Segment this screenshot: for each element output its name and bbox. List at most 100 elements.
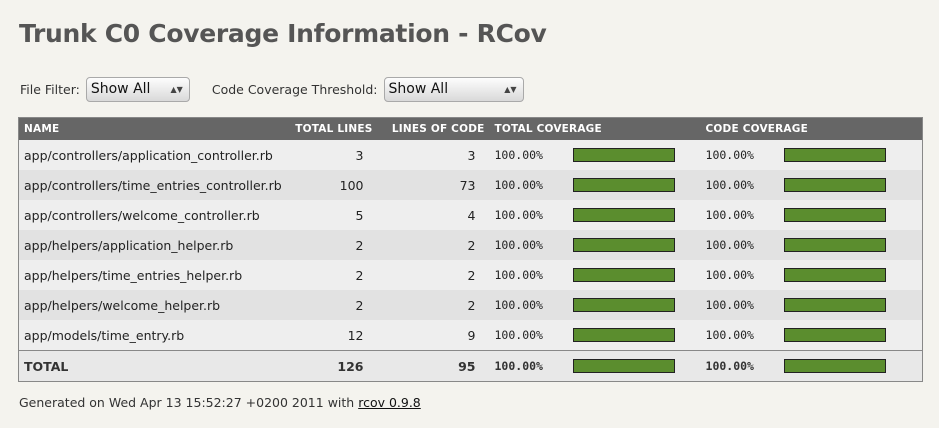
code-coverage-bar-cell: [778, 320, 923, 351]
lines-of-code-cell: 2: [377, 230, 490, 260]
header-total-coverage[interactable]: TOTAL COVERAGE: [489, 117, 701, 140]
file-filter-select[interactable]: Show All ▲▼: [85, 77, 190, 102]
coverage-bar-fill: [784, 269, 885, 281]
code-coverage-bar-cell: [778, 290, 923, 320]
table-row: app/helpers/time_entries_helper.rb 2 2 100.…: [18, 260, 923, 290]
dropdown-arrow-icon: ▲▼: [504, 85, 517, 94]
coverage-bar-fill: [573, 209, 674, 221]
file-name-link[interactable]: app/controllers/time_entries_controller.…: [18, 170, 284, 200]
file-filter-label: File Filter:: [20, 82, 80, 97]
code-coverage-percent: 100.00%: [700, 170, 779, 200]
total-row: TOTAL 126 95 100.00% 100.00%: [18, 350, 923, 382]
lines-of-code-cell: 73: [377, 170, 490, 200]
coverage-bar-fill: [573, 179, 674, 191]
total-coverage-percent: 100.00%: [489, 170, 568, 200]
table-row: app/helpers/welcome_helper.rb 2 2 100.00% 10…: [18, 290, 923, 320]
lines-of-code-cell: 3: [377, 140, 490, 170]
coverage-bar-fill: [784, 239, 885, 251]
table-row: app/controllers/time_entries_controller.…: [18, 170, 923, 200]
coverage-bar: [783, 148, 886, 162]
footer-text: Generated on Wed Apr 13 15:52:27 +0200 2…: [19, 395, 355, 410]
coverage-bar: [572, 268, 675, 282]
lines-of-code-cell: 2: [377, 290, 490, 320]
page-title: Trunk C0 Coverage Information - RCov: [19, 19, 547, 48]
total-coverage-percent: 100.00%: [489, 260, 568, 290]
filter-bar: File Filter: Show All ▲▼ Code Coverage T…: [20, 77, 524, 102]
total-lines-cell: 3: [283, 140, 378, 170]
total-coverage-bar-cell: [567, 140, 701, 170]
total-lines: 126: [283, 350, 378, 382]
coverage-bar: [783, 359, 886, 373]
file-name-link[interactable]: app/controllers/welcome_controller.rb: [18, 200, 284, 230]
code-coverage-bar-cell: [778, 140, 923, 170]
total-coverage-percent: 100.00%: [489, 200, 568, 230]
total-coverage-bar-cell: [567, 320, 701, 351]
coverage-bar-fill: [784, 329, 885, 341]
table-row: app/models/time_entry.rb 12 9 100.00% 100.00…: [18, 320, 923, 351]
total-lines-cell: 12: [283, 320, 378, 351]
header-code-coverage[interactable]: CODE COVERAGE: [700, 117, 923, 140]
coverage-bar: [572, 148, 675, 162]
total-lines-cell: 2: [283, 260, 378, 290]
coverage-bar-fill: [784, 360, 885, 372]
coverage-bar-fill: [573, 299, 674, 311]
coverage-bar: [572, 238, 675, 252]
total-code-coverage-bar-cell: [778, 350, 923, 382]
code-coverage-percent: 100.00%: [700, 230, 779, 260]
total-coverage-bar-cell: [567, 200, 701, 230]
total-coverage-percent: 100.00%: [489, 230, 568, 260]
threshold-value: Show All: [388, 81, 449, 97]
dropdown-arrow-icon: ▲▼: [170, 85, 183, 94]
coverage-bar-fill: [784, 209, 885, 221]
code-coverage-percent: 100.00%: [700, 260, 779, 290]
coverage-bar: [572, 178, 675, 192]
file-name-link[interactable]: app/models/time_entry.rb: [18, 320, 284, 351]
total-coverage-percent: 100.00%: [489, 140, 568, 170]
table-row: app/controllers/application_controller.r…: [18, 140, 923, 170]
coverage-bar-fill: [784, 179, 885, 191]
code-coverage-bar-cell: [778, 230, 923, 260]
code-coverage-percent: 100.00%: [700, 200, 779, 230]
footer: Generated on Wed Apr 13 15:52:27 +0200 2…: [19, 395, 421, 410]
total-lines-cell: 100: [283, 170, 378, 200]
threshold-select[interactable]: Show All ▲▼: [383, 77, 524, 102]
rcov-report-page: Trunk C0 Coverage Information - RCov Fil…: [0, 0, 939, 428]
file-filter-value: Show All: [90, 81, 151, 97]
coverage-bar: [572, 298, 675, 312]
coverage-bar-fill: [573, 360, 674, 372]
header-name[interactable]: NAME: [18, 117, 284, 140]
table-header-row: NAME TOTAL LINES LINES OF CODE TOTAL COV…: [18, 117, 923, 140]
total-lines-cell: 5: [283, 200, 378, 230]
total-coverage-bar-cell: [567, 290, 701, 320]
code-coverage-percent: 100.00%: [700, 290, 779, 320]
table-row: app/helpers/application_helper.rb 2 2 100.0…: [18, 230, 923, 260]
total-coverage-percent: 100.00%: [489, 350, 568, 382]
code-coverage-percent: 100.00%: [700, 140, 779, 170]
coverage-bar: [783, 178, 886, 192]
total-lines-cell: 2: [283, 290, 378, 320]
file-name-link[interactable]: app/helpers/time_entries_helper.rb: [18, 260, 284, 290]
coverage-bar: [572, 208, 675, 222]
threshold-label: Code Coverage Threshold:: [211, 82, 378, 97]
total-label: TOTAL: [18, 350, 284, 382]
total-coverage-bar-cell: [567, 170, 701, 200]
coverage-bar: [783, 208, 886, 222]
coverage-bar-fill: [573, 269, 674, 281]
file-name-link[interactable]: app/helpers/welcome_helper.rb: [18, 290, 284, 320]
total-coverage-bar-cell: [567, 350, 701, 382]
coverage-table: NAME TOTAL LINES LINES OF CODE TOTAL COV…: [18, 117, 924, 382]
coverage-bar: [783, 298, 886, 312]
lines-of-code-cell: 9: [377, 320, 490, 351]
rcov-link[interactable]: rcov 0.9.8: [358, 395, 421, 410]
total-coverage-percent: 100.00%: [489, 320, 568, 351]
header-total-lines[interactable]: TOTAL LINES: [283, 117, 378, 140]
header-lines-of-code[interactable]: LINES OF CODE: [377, 117, 490, 140]
coverage-bar-fill: [573, 329, 674, 341]
table-row: app/controllers/welcome_controller.rb 5 4 1…: [18, 200, 923, 230]
file-name-link[interactable]: app/helpers/application_helper.rb: [18, 230, 284, 260]
file-name-link[interactable]: app/controllers/application_controller.r…: [18, 140, 284, 170]
coverage-bar: [783, 268, 886, 282]
total-coverage-bar-cell: [567, 230, 701, 260]
coverage-bar: [572, 359, 675, 373]
total-lines-cell: 2: [283, 230, 378, 260]
